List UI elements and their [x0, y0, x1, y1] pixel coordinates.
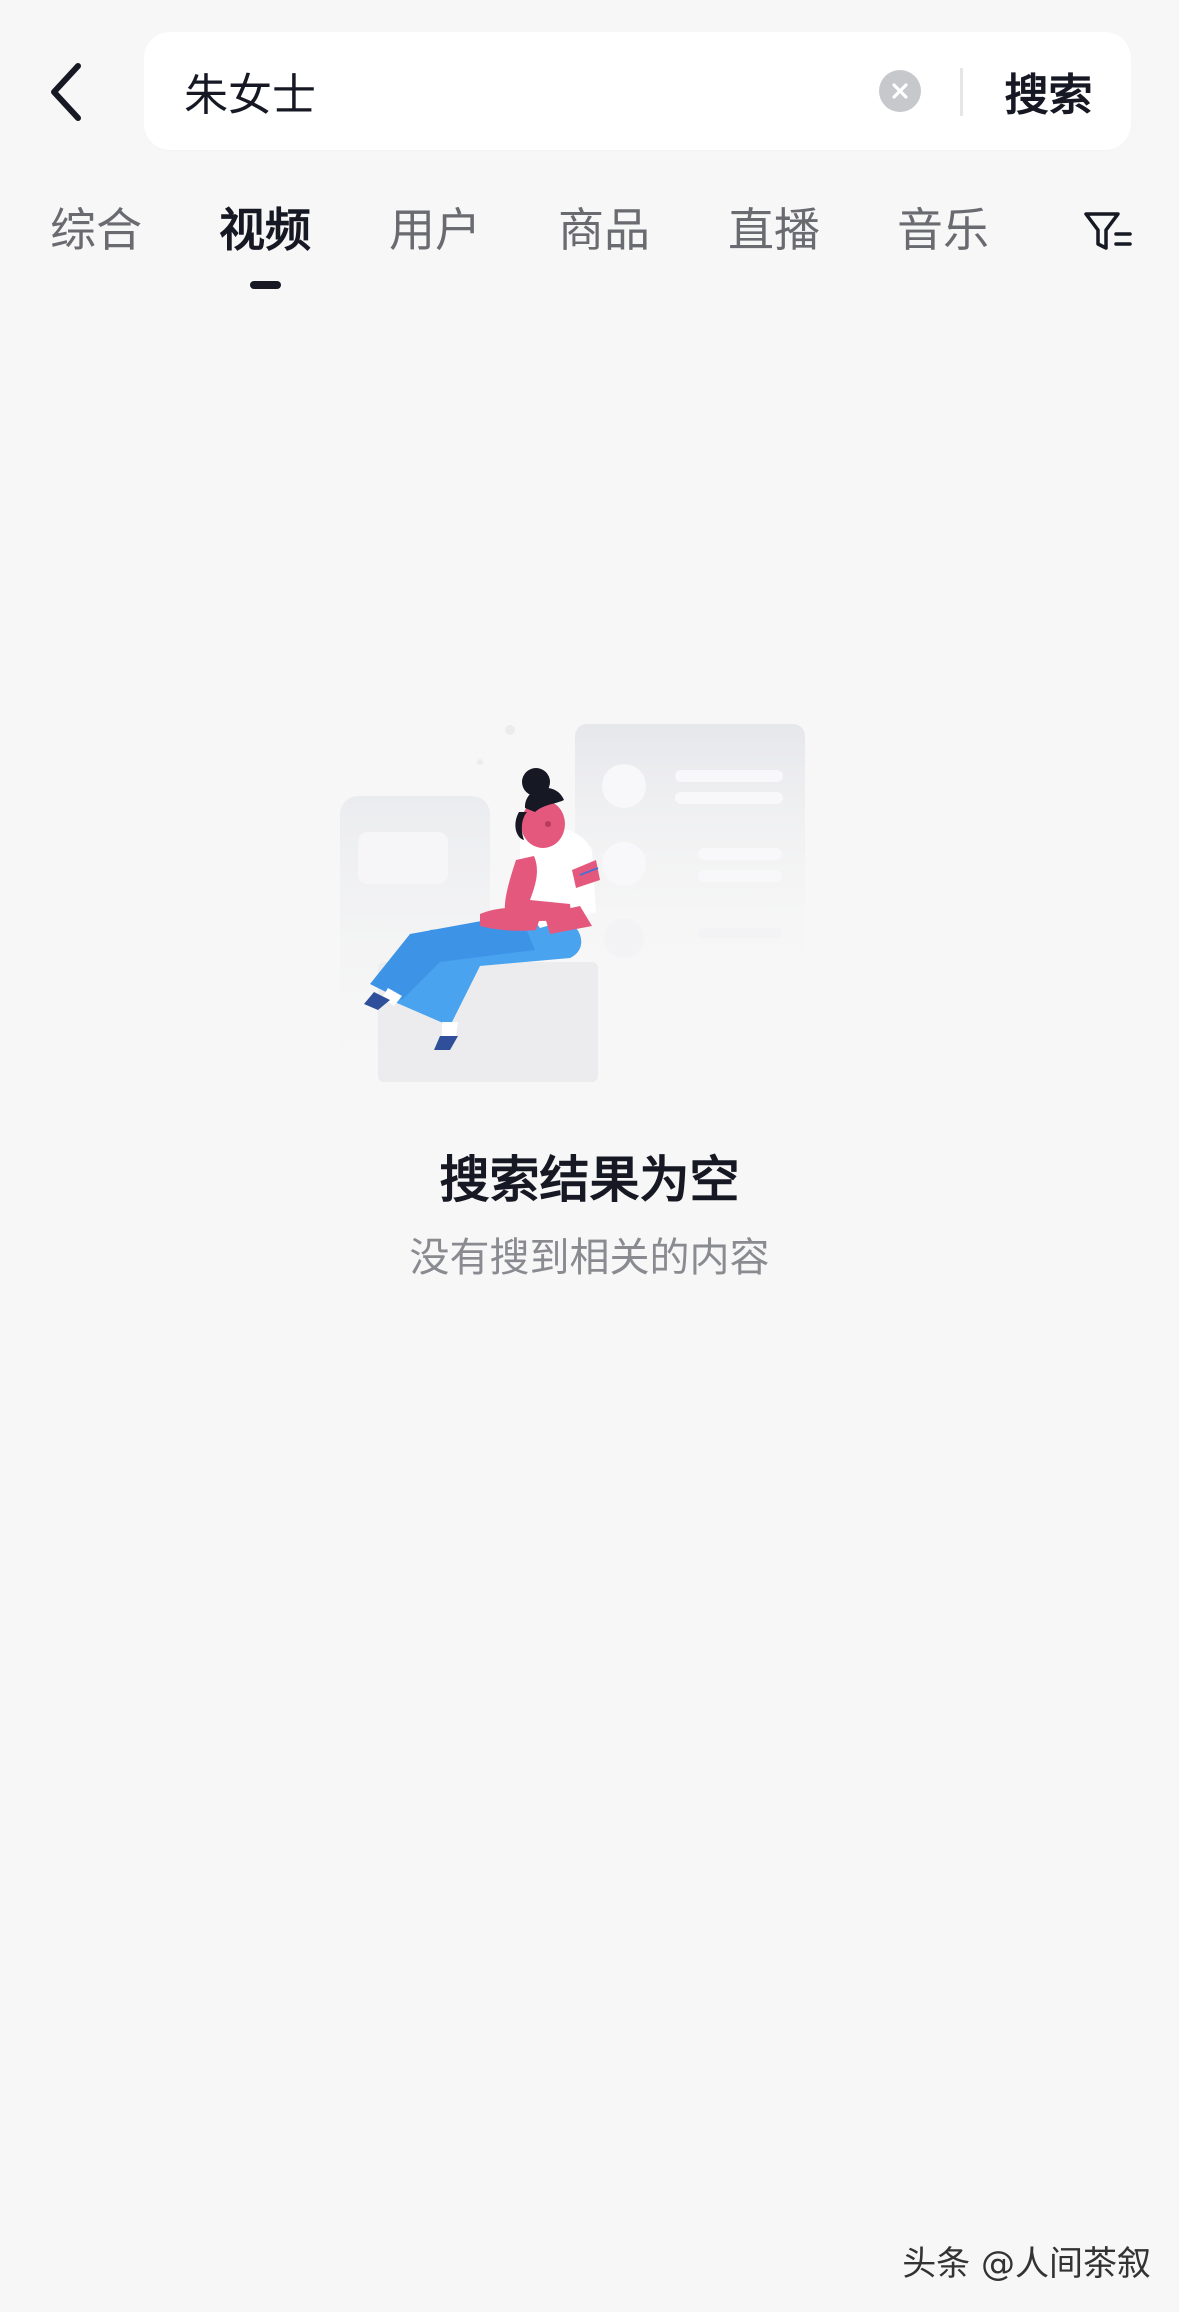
person-sitting-empty-illustration [340, 724, 805, 1086]
filter-button[interactable] [1078, 202, 1138, 262]
active-tab-indicator [250, 281, 281, 289]
search-submit-button[interactable]: 搜索 [966, 32, 1131, 150]
tab-products[interactable]: 商品 [558, 190, 650, 270]
filter-icon [1084, 212, 1132, 250]
search-tabs: 综合 视频 用户 商品 直播 音乐 [0, 190, 1179, 300]
clear-search-button[interactable] [879, 70, 921, 112]
search-input[interactable] [184, 32, 964, 150]
empty-state-title: 搜索结果为空 [439, 1151, 740, 1209]
empty-state-illustration [330, 700, 850, 1100]
tab-music[interactable]: 音乐 [897, 190, 989, 270]
chevron-left-icon [51, 63, 81, 121]
search-box: 搜索 [144, 32, 1131, 150]
tab-comprehensive[interactable]: 综合 [50, 190, 142, 270]
watermark: 头条 @人间茶叙 [902, 2244, 1151, 2284]
tab-live[interactable]: 直播 [728, 190, 820, 270]
tab-video[interactable]: 视频 [219, 190, 311, 270]
back-button[interactable] [30, 52, 102, 132]
empty-state-subtitle: 没有搜到相关的内容 [409, 1235, 770, 1281]
clear-circle-icon [892, 83, 908, 99]
search-divider [960, 68, 963, 116]
tab-users[interactable]: 用户 [389, 190, 481, 270]
